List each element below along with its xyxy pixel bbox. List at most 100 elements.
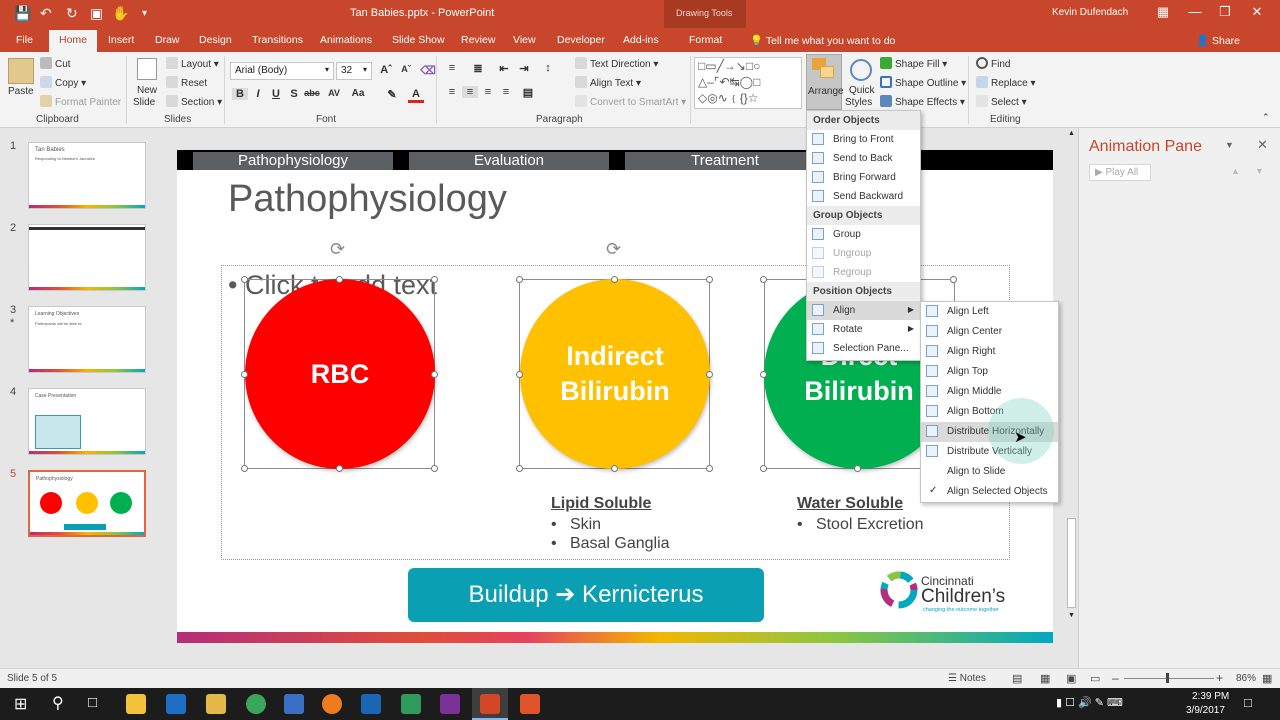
file-explorer-icon[interactable] xyxy=(206,694,226,714)
quick-styles-label-2[interactable]: Styles xyxy=(845,97,872,108)
align-left-text-icon[interactable]: ≡ xyxy=(444,86,460,98)
text-direction-button[interactable]: Text Direction ▾ xyxy=(575,57,658,70)
indirect-bilirubin-circle[interactable]: Indirect Bilirubin xyxy=(520,279,710,469)
restore-button[interactable]: ❐ xyxy=(1210,4,1240,20)
nav-tab-evaluation[interactable]: Evaluation xyxy=(409,152,609,170)
music-icon[interactable] xyxy=(322,694,342,714)
pane-options-icon[interactable]: ▼ xyxy=(1225,140,1234,150)
start-icon[interactable]: ⊞ xyxy=(14,694,27,714)
tab-review[interactable]: Review xyxy=(461,34,495,46)
scroll-up-icon[interactable]: ▲ xyxy=(1068,130,1075,137)
align-top-item[interactable]: Align Top xyxy=(921,362,1058,382)
resize-handle[interactable] xyxy=(241,465,248,472)
resize-handle[interactable] xyxy=(241,276,248,283)
reset-button[interactable]: Reset xyxy=(166,76,207,89)
grow-font-icon[interactable]: Aˆ xyxy=(378,64,394,76)
shrink-font-icon[interactable]: Aˇ xyxy=(398,64,414,74)
increase-indent-icon[interactable]: ⇥ xyxy=(516,62,532,75)
replace-button[interactable]: Replace ▾ xyxy=(976,76,1036,89)
word-sheet-icon[interactable] xyxy=(401,694,421,714)
smartart-button[interactable]: Convert to SmartArt ▾ xyxy=(575,95,686,108)
rbc-circle[interactable]: RBC xyxy=(245,279,435,469)
chrome-icon[interactable] xyxy=(246,694,266,714)
nav-tab-treatment[interactable]: Treatment xyxy=(625,152,825,170)
regroup-item[interactable]: Regroup xyxy=(807,263,920,282)
select-button[interactable]: Select ▾ xyxy=(976,95,1027,108)
resize-handle[interactable] xyxy=(706,465,713,472)
powerpoint-icon[interactable] xyxy=(480,694,500,714)
zoom-out-icon[interactable]: – xyxy=(1112,671,1119,685)
rotate-handle-icon[interactable]: ⟳ xyxy=(606,239,621,260)
new-slide-label-1[interactable]: New xyxy=(137,85,157,96)
start-from-beginning-icon[interactable]: ▣ xyxy=(90,5,103,22)
tab-design[interactable]: Design xyxy=(199,34,232,46)
resize-handle[interactable] xyxy=(516,371,523,378)
bullets-icon[interactable]: ≡ xyxy=(444,62,460,74)
columns-icon[interactable]: ▤ xyxy=(520,86,536,99)
resize-handle[interactable] xyxy=(706,371,713,378)
mail-icon[interactable] xyxy=(284,694,304,714)
font-family-box[interactable]: Arial (Body) ▾ xyxy=(230,62,334,80)
paste-icon[interactable] xyxy=(8,58,34,84)
tell-me-box[interactable]: 💡 Tell me what you want to do xyxy=(750,34,895,47)
line-spacing-icon[interactable]: ↕ xyxy=(540,62,556,74)
font-size-box[interactable]: 32 ▾ xyxy=(336,62,372,80)
resize-handle[interactable] xyxy=(706,276,713,283)
reading-view-icon[interactable]: ▣ xyxy=(1066,672,1076,685)
highlight-icon[interactable]: ✎ xyxy=(384,88,400,101)
tab-transitions[interactable]: Transitions xyxy=(252,34,303,46)
align-middle-item[interactable]: Align Middle xyxy=(921,382,1058,402)
rotate-item[interactable]: Rotate ▶ xyxy=(807,320,920,339)
redo-icon[interactable]: ↻ xyxy=(66,5,78,22)
change-case-icon[interactable]: Aa xyxy=(350,88,366,99)
strikethrough-icon[interactable]: abc xyxy=(304,88,320,98)
resize-handle[interactable] xyxy=(760,465,767,472)
new-slide-icon[interactable] xyxy=(137,58,157,80)
italic-icon[interactable]: I xyxy=(250,88,266,100)
tab-format[interactable]: Format xyxy=(689,34,722,46)
send-backward-item[interactable]: Send Backward xyxy=(807,187,920,206)
slide-thumbnail-5[interactable]: Pathophysiology xyxy=(28,470,146,537)
scroll-down-icon[interactable]: ▼ xyxy=(1068,612,1075,619)
copy-button[interactable]: Copy ▾ xyxy=(40,76,86,89)
selection-pane-item[interactable]: Selection Pane... xyxy=(807,339,920,360)
slide-title[interactable]: Pathophysiology xyxy=(228,178,507,221)
resize-handle[interactable] xyxy=(336,276,343,283)
resize-handle[interactable] xyxy=(431,465,438,472)
outlook-icon[interactable] xyxy=(361,694,381,714)
notification-icon[interactable]: □ xyxy=(1244,695,1252,710)
resize-handle[interactable] xyxy=(760,276,767,283)
nav-tab-pathophysiology[interactable]: Pathophysiology xyxy=(193,152,393,170)
align-text-button[interactable]: Align Text ▾ xyxy=(575,76,641,89)
spacing-icon[interactable]: AV xyxy=(326,88,342,98)
shape-outline-button[interactable]: Shape Outline ▾ xyxy=(880,76,966,89)
new-slide-label-2[interactable]: Slide xyxy=(133,97,155,108)
shape-effects-button[interactable]: Shape Effects ▾ xyxy=(880,95,965,108)
undo-icon[interactable]: ↶ xyxy=(40,5,52,22)
zoom-slider-thumb[interactable] xyxy=(1166,673,1169,683)
tab-draw[interactable]: Draw xyxy=(155,34,180,46)
layout-button[interactable]: Layout ▾ xyxy=(166,57,219,70)
align-right-item[interactable]: Align Right xyxy=(921,342,1058,362)
customize-qat-icon[interactable]: ▾ xyxy=(142,8,147,19)
resize-handle[interactable] xyxy=(431,371,438,378)
resize-handle[interactable] xyxy=(854,465,861,472)
slide-thumbnail-1[interactable]: Tan Babies Responding to Newborn Jaundic… xyxy=(28,142,146,209)
kernicterus-button[interactable]: Buildup ➔ Kernicterus xyxy=(408,568,764,622)
numbering-icon[interactable]: ≣ xyxy=(470,62,486,75)
quick-styles-label-1[interactable]: Quick xyxy=(849,85,875,96)
minimize-button[interactable]: — xyxy=(1180,4,1210,19)
section-button[interactable]: Section ▾ xyxy=(166,95,222,108)
slide-thumbnail-2[interactable] xyxy=(28,224,146,291)
shape-fill-button[interactable]: Shape Fill ▾ xyxy=(880,57,947,70)
search-icon[interactable]: ⚲ xyxy=(52,693,64,713)
resize-handle[interactable] xyxy=(241,371,248,378)
user-name[interactable]: Kevin Dufendach xyxy=(1052,7,1128,18)
find-button[interactable]: Find xyxy=(976,57,1010,70)
notes-button[interactable]: ☰ Notes xyxy=(948,673,986,684)
edge-icon[interactable] xyxy=(166,694,186,714)
tab-view[interactable]: View xyxy=(513,34,536,46)
group-item[interactable]: Group xyxy=(807,225,920,244)
shadow-icon[interactable]: S xyxy=(286,88,302,100)
justify-icon[interactable]: ≡ xyxy=(498,86,514,98)
